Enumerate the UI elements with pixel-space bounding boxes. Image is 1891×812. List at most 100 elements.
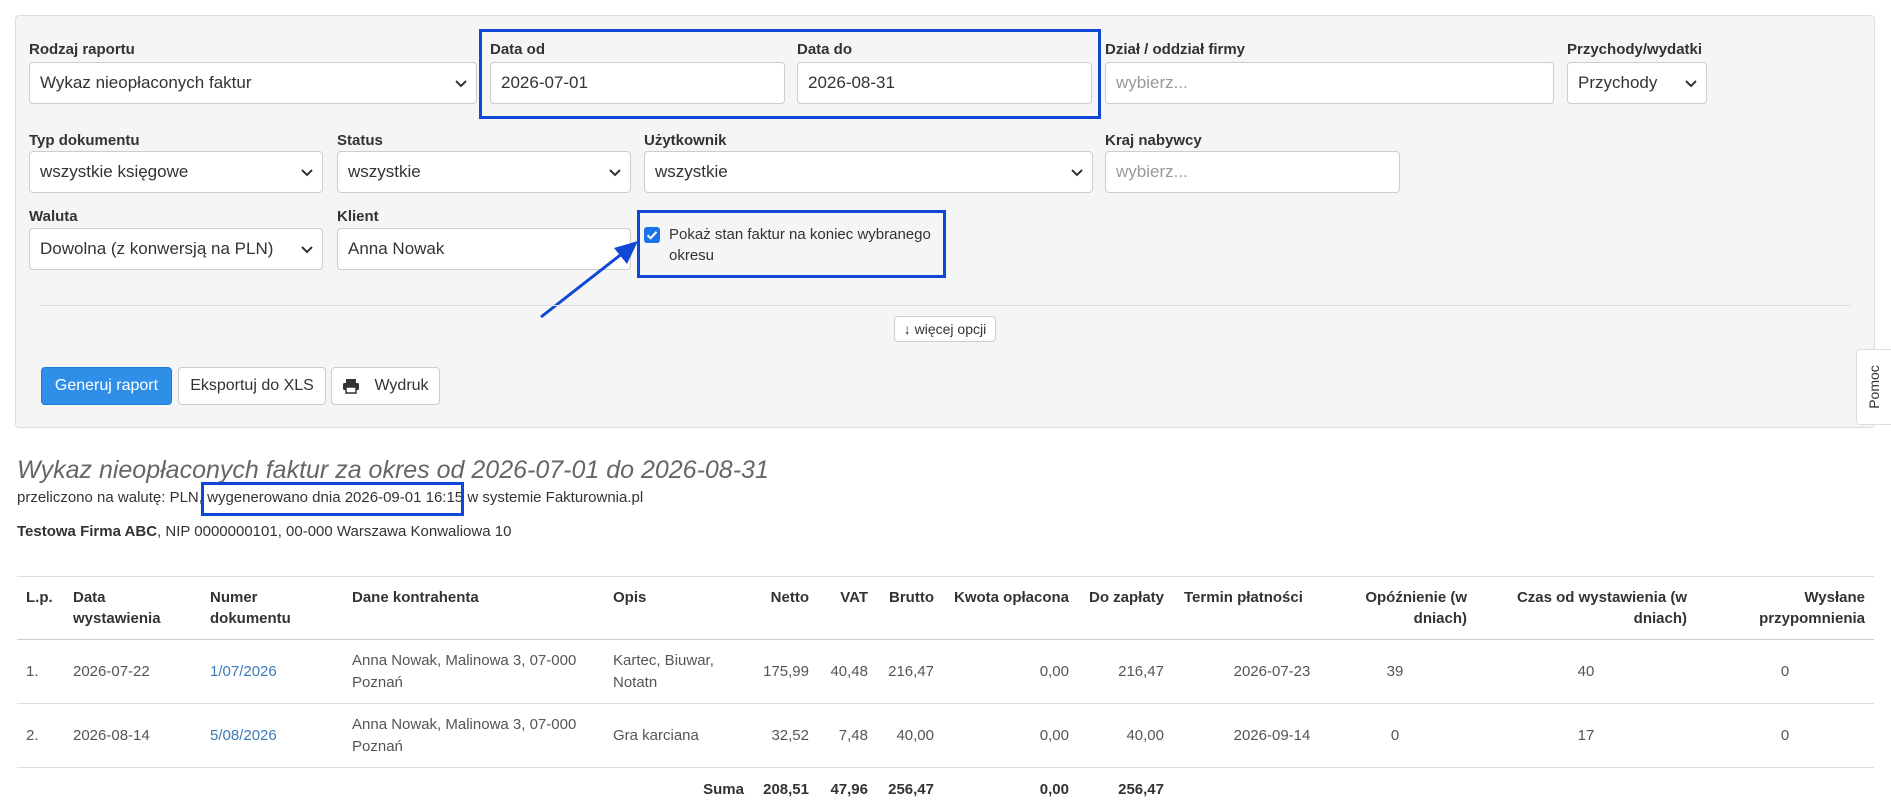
chevron-down-icon <box>455 80 467 88</box>
sum-net: 208,51 <box>763 781 809 798</box>
report-type-value: Wykaz nieopłaconych faktur <box>40 73 252 92</box>
document-type-select[interactable]: wszystkie księgowe <box>29 151 323 193</box>
row1-document-link[interactable]: 1/07/2026 <box>210 661 277 683</box>
row1-paid: 0,00 <box>1039 663 1069 680</box>
header-lp: L.p. <box>26 589 53 606</box>
header-document-number-line1: Numer <box>210 589 258 606</box>
print-button[interactable]: Wydruk <box>331 367 440 405</box>
row2-description: Gra karciana <box>613 727 699 744</box>
row1-gross: 216,47 <box>888 663 934 680</box>
sum-vat: 47,96 <box>830 781 868 798</box>
report-meta-currency: przeliczono na walutę: PLN, <box>17 489 203 506</box>
header-time-line1: Czas od wystawienia (w <box>1516 589 1687 606</box>
company-name: Testowa Firma ABC <box>17 523 158 540</box>
user-label: Użytkownik <box>644 132 727 149</box>
department-label: Dział / oddział firmy <box>1105 41 1246 58</box>
header-document-number-line2: dokumentu <box>210 610 291 627</box>
department-input[interactable]: wybierz... <box>1105 62 1554 104</box>
sum-paid: 0,00 <box>1039 781 1069 798</box>
row2-document-link[interactable]: 5/08/2026 <box>210 725 277 747</box>
row1-payment-term: 2026-07-23 <box>1233 663 1311 680</box>
row1-contractor: Anna Nowak, Malinowa 3, 07-000 Poznań <box>352 650 576 694</box>
row-divider <box>17 703 1874 704</box>
row2-to-pay: 40,00 <box>1126 727 1164 744</box>
client-label: Klient <box>337 208 379 225</box>
header-description: Opis <box>613 589 647 606</box>
export-xls-button[interactable]: Eksportuj do XLS <box>178 367 326 405</box>
header-delay: Opóźnienie (w dniach) <box>1340 587 1467 629</box>
income-expense-label: Przychody/wydatki <box>1567 41 1703 58</box>
row2-contractor-line1: Anna Nowak, Malinowa 3, 07-000 <box>352 716 577 733</box>
row2-net: 32,52 <box>771 727 809 744</box>
header-reminders-line1: Wysłane <box>1804 589 1865 606</box>
sum-gross: 256,47 <box>888 781 934 798</box>
header-time-since-issue: Czas od wystawienia (w dniach) <box>1490 587 1687 629</box>
row1-delay: 39 <box>1386 663 1404 680</box>
row1-description-line1: Kartec, Biuwar, <box>613 652 714 669</box>
help-tab[interactable]: Pomoc <box>1856 349 1891 425</box>
row2-contractor: Anna Nowak, Malinowa 3, 07-000 Poznań <box>352 714 576 758</box>
row2-paid: 0,00 <box>1039 727 1069 744</box>
buyer-country-input[interactable]: wybierz... <box>1105 151 1400 193</box>
period-end-checkbox-label[interactable]: Pokaż stan faktur na koniec wybranego ok… <box>669 224 931 266</box>
header-issue-date-line1: Data <box>73 589 106 606</box>
row1-lp: 1. <box>26 663 39 680</box>
date-to-input[interactable]: 2026-08-31 <box>797 62 1092 104</box>
report-type-select[interactable]: Wykaz nieopłaconych faktur <box>29 62 477 104</box>
table-header-border <box>17 639 1874 640</box>
user-select[interactable]: wszystkie <box>644 151 1093 193</box>
row2-gross: 40,00 <box>896 727 934 744</box>
header-contractor: Dane kontrahenta <box>352 589 479 606</box>
header-gross: Brutto <box>889 589 934 606</box>
row1-reminders: 0 <box>1780 663 1790 680</box>
row2-lp: 2. <box>26 727 39 744</box>
date-to-label: Data do <box>797 41 853 58</box>
header-vat: VAT <box>840 589 868 606</box>
status-label: Status <box>337 132 383 149</box>
company-info: Testowa Firma ABC, NIP 0000000101, 00-00… <box>17 523 511 540</box>
currency-value: Dowolna (z konwersją na PLN) <box>40 239 274 258</box>
header-net: Netto <box>770 589 809 606</box>
row1-contractor-line2: Poznań <box>352 674 403 691</box>
report-title: Wykaz nieopłaconych faktur za okres od 2… <box>17 456 769 484</box>
header-issue-date: Data wystawienia <box>73 587 161 629</box>
period-end-label-line2: okresu <box>669 247 715 264</box>
income-expense-select[interactable]: Przychody <box>1567 62 1707 104</box>
header-payment-term: Termin płatności <box>1184 589 1303 606</box>
chevron-down-icon <box>1071 169 1083 177</box>
print-button-label: Wydruk <box>374 377 429 394</box>
date-from-label: Data od <box>490 41 546 58</box>
document-type-label: Typ dokumentu <box>29 132 140 149</box>
period-end-label-line1: Pokaż stan faktur na koniec wybranego <box>669 226 931 243</box>
header-delay-line1: Opóźnienie (w <box>1365 589 1467 606</box>
panel-divider <box>40 305 1850 306</box>
header-issue-date-line2: wystawienia <box>73 610 161 627</box>
currency-label: Waluta <box>29 208 78 225</box>
chevron-down-icon <box>609 169 621 177</box>
more-options-button[interactable]: ↓ więcej opcji <box>894 316 996 342</box>
status-select[interactable]: wszystkie <box>337 151 631 193</box>
date-from-input[interactable]: 2026-07-01 <box>490 62 785 104</box>
buyer-country-label: Kraj nabywcy <box>1105 132 1202 149</box>
row1-time-since-issue: 40 <box>1577 663 1595 680</box>
generate-report-button[interactable]: Generuj raport <box>41 367 172 405</box>
annotation-arrow-icon <box>540 241 638 319</box>
header-reminders: Wysłane przypomnienia <box>1724 587 1865 629</box>
chevron-down-icon <box>301 246 313 254</box>
generated-date-highlight <box>201 482 464 516</box>
header-to-pay: Do zapłaty <box>1088 589 1164 606</box>
document-type-value: wszystkie księgowe <box>40 162 189 181</box>
row1-description: Kartec, Biuwar, Notatn <box>613 650 714 694</box>
currency-select[interactable]: Dowolna (z konwersją na PLN) <box>29 228 323 270</box>
chevron-down-icon <box>301 169 313 177</box>
report-meta-system: w systemie Fakturownia.pl <box>467 489 644 506</box>
row1-to-pay: 216,47 <box>1118 663 1164 680</box>
chevron-down-icon <box>1685 80 1697 88</box>
help-tab-label: Pomoc <box>1866 365 1883 409</box>
row2-date: 2026-08-14 <box>73 727 150 744</box>
table-top-border <box>17 576 1874 577</box>
row1-date: 2026-07-22 <box>73 663 150 680</box>
printer-icon <box>343 379 360 394</box>
header-document-number: Numer dokumentu <box>210 587 291 629</box>
row2-delay: 0 <box>1390 727 1400 744</box>
